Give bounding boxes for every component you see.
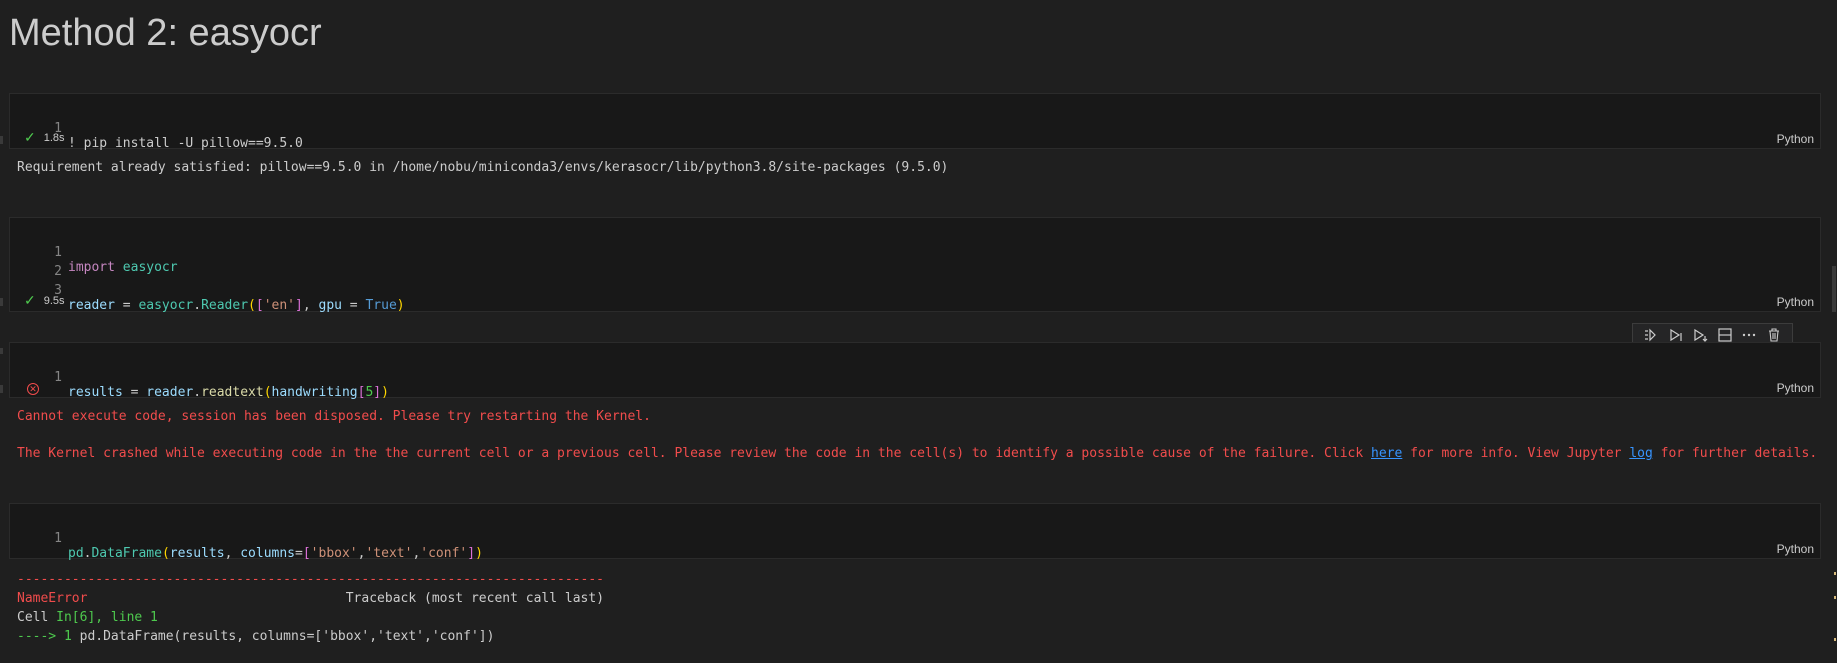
check-icon: ✓ [24,129,36,145]
more-actions-icon[interactable] [1741,327,1757,343]
code-cell-1[interactable]: 1 ! pip install -U pillow==9.5.0 ✓ 1.8s … [9,93,1821,151]
language-label[interactable]: Python [1777,381,1814,395]
code-text: import easyocr [68,260,178,275]
check-icon: ✓ [24,292,36,308]
code-cell-3[interactable]: 1 results = reader.readtext(handwriting[… [9,342,1821,400]
gutter-marker [0,298,3,306]
scrollbar-marker [1834,596,1836,599]
error-icon: ✕ [27,383,39,395]
here-link[interactable]: here [1371,446,1402,461]
traceback-location: Cell In[6], line 1 [17,610,158,625]
traceback-line: ----> 1 pd.DataFrame(results, columns=['… [17,629,495,644]
code-cell-2[interactable]: 1 import easyocr 2 3 reader = easyocr.Re… [9,217,1821,313]
line-number: 1 [54,370,62,385]
language-label[interactable]: Python [1777,295,1814,309]
cell-status: ✕ [27,383,39,395]
traceback-divider: ----------------------------------------… [17,572,604,587]
execute-below-icon[interactable] [1692,327,1708,343]
language-label[interactable]: Python [1777,542,1814,556]
traceback-header: NameError Traceback (most recent call la… [17,591,605,606]
scrollbar-marker [1834,638,1836,641]
code-text: reader = easyocr.Reader(['en'], gpu = Tr… [68,298,405,313]
code-text: pd.DataFrame(results, columns=['bbox','t… [68,546,483,561]
delete-cell-icon[interactable] [1766,327,1782,343]
execute-above-icon[interactable] [1668,327,1684,343]
gutter-marker [0,385,3,393]
language-label[interactable]: Python [1777,132,1814,146]
cell-output: Requirement already satisfied: pillow==9… [17,160,949,175]
execution-time: 9.5s [43,294,65,307]
scrollbar-marker [1834,572,1836,575]
split-cell-icon[interactable] [1717,327,1733,343]
scrollbar-thumb[interactable] [1832,266,1836,312]
code-cell-4[interactable]: 1 pd.DataFrame(results, columns=['bbox',… [9,503,1821,561]
log-link[interactable]: log [1629,446,1652,461]
code-line[interactable]: 1 pd.DataFrame(results, columns=['bbox',… [10,516,483,576]
run-by-line-icon[interactable] [1643,327,1659,343]
code-text: results = reader.readtext(handwriting[5]… [68,385,389,400]
page-title: Method 2: easyocr [9,12,322,54]
code-text: ! pip install -U pillow==9.5.0 [68,136,303,151]
line-number: 1 [54,531,62,546]
cell-status: ✓ 9.5s [24,292,65,309]
cell-status: ✓ 1.8s [24,129,65,146]
error-message: Cannot execute code, session has been di… [17,409,651,424]
kernel-crash-message: The Kernel crashed while executing code … [17,446,1818,461]
line-number: 1 [54,245,62,260]
line-number: 2 [54,264,62,279]
gutter-marker [0,348,3,354]
execution-time: 1.8s [43,131,65,144]
gutter-marker [0,136,3,144]
